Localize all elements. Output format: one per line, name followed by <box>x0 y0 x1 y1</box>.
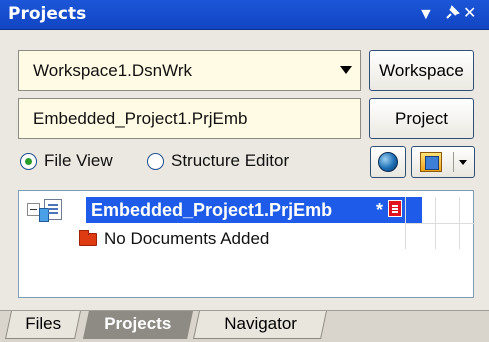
pin-icon-graphic <box>446 5 460 19</box>
folder-icon <box>79 230 97 246</box>
projects-panel: Projects ▼ ✕ Workspace1.DsnWrk Workspace… <box>0 0 489 342</box>
panel-tab-strip: Files Projects Navigator <box>0 310 489 342</box>
workspace-button[interactable]: Workspace <box>369 50 474 91</box>
tab-files-label: Files <box>25 314 62 333</box>
options-icon <box>420 152 442 172</box>
tab-navigator-label: Navigator <box>223 314 297 333</box>
radio-file-view-label: File View <box>44 151 113 170</box>
workspace-combobox[interactable]: Workspace1.DsnWrk <box>18 50 361 91</box>
workspace-selected-value: Workspace1.DsnWrk <box>33 61 193 80</box>
panel-title-bar: Projects ▼ ✕ <box>0 0 489 30</box>
project-current-value: Embedded_Project1.PrjEmb <box>33 109 248 128</box>
project-field[interactable]: Embedded_Project1.PrjEmb <box>18 98 361 139</box>
tree-child-label[interactable]: No Documents Added <box>104 229 269 249</box>
pin-icon[interactable] <box>442 3 462 27</box>
radio-circle[interactable] <box>147 153 164 170</box>
panel-title: Projects <box>8 4 87 24</box>
radio-structure-editor-label: Structure Editor <box>171 151 290 170</box>
tab-projects[interactable]: Projects <box>83 311 193 339</box>
chevron-down-icon[interactable] <box>459 160 467 165</box>
document-flag-icon <box>388 200 402 217</box>
dropdown-separator <box>453 152 454 172</box>
tree-root-label[interactable]: Embedded_Project1.PrjEmb <box>91 200 332 221</box>
tab-projects-label: Projects <box>104 314 172 333</box>
project-options-button[interactable] <box>411 146 475 178</box>
compile-button[interactable] <box>370 146 406 178</box>
project-button[interactable]: Project <box>369 98 474 139</box>
tab-files[interactable]: Files <box>5 311 81 339</box>
panel-menu-icon[interactable]: ▼ <box>418 6 434 30</box>
grid-line <box>405 223 475 224</box>
radio-dot <box>25 158 32 165</box>
compile-icon <box>378 152 398 172</box>
close-icon[interactable]: ✕ <box>463 3 476 27</box>
tab-navigator[interactable]: Navigator <box>193 311 327 339</box>
radio-circle-selected[interactable] <box>20 153 37 170</box>
modified-marker: * <box>376 200 384 220</box>
project-tree[interactable]: Embedded_Project1.PrjEmb * No Documents … <box>18 190 475 298</box>
project-file-icon <box>39 199 62 222</box>
chevron-down-icon[interactable] <box>340 66 352 74</box>
